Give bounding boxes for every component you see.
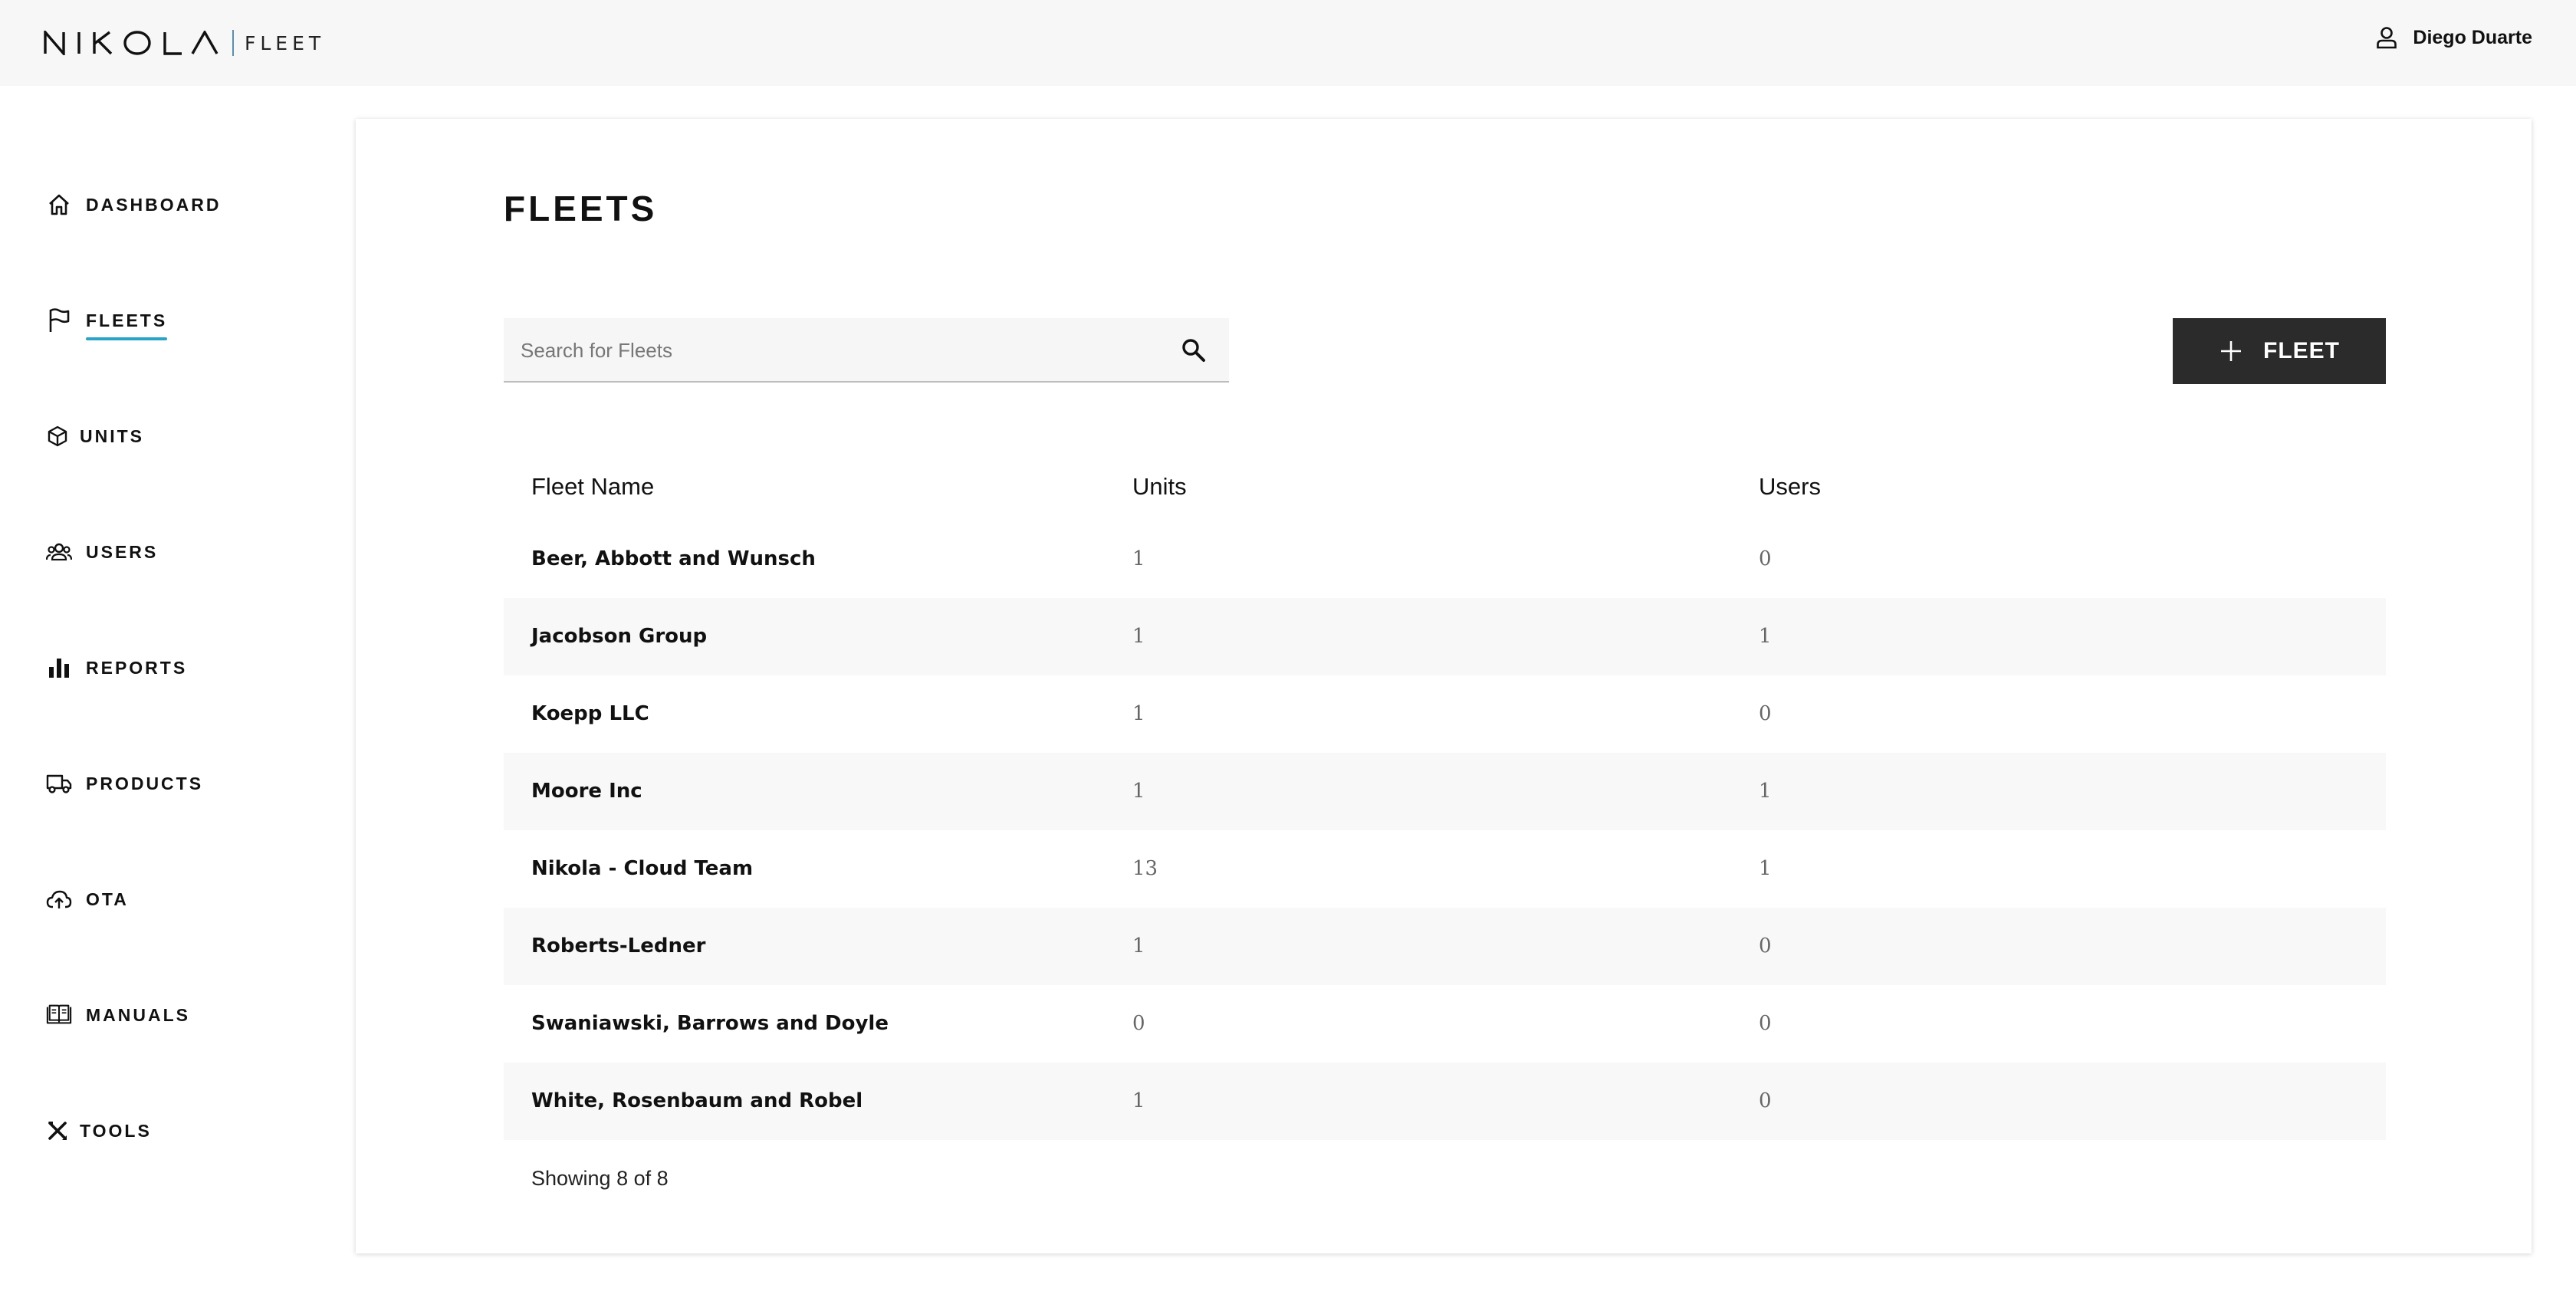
users-cell: 1 bbox=[1759, 625, 1772, 648]
book-icon bbox=[46, 1002, 72, 1028]
tools-icon bbox=[46, 1118, 69, 1144]
bar-chart-icon bbox=[46, 655, 72, 681]
table-row[interactable]: Jacobson Group 1 1 bbox=[504, 598, 2386, 675]
user-name: Diego Duarte bbox=[2413, 26, 2532, 48]
home-icon bbox=[46, 192, 72, 218]
users-cell: 0 bbox=[1759, 935, 1772, 958]
fleet-name-cell: Moore Inc bbox=[531, 780, 642, 803]
users-cell: 0 bbox=[1759, 1089, 1772, 1112]
logo-divider bbox=[232, 30, 234, 56]
sidebar-item-tools[interactable]: TOOLS bbox=[46, 1114, 152, 1148]
sidebar-item-units[interactable]: UNITS bbox=[46, 419, 144, 453]
users-cell: 0 bbox=[1759, 547, 1772, 570]
table-footer: Showing 8 of 8 bbox=[504, 1140, 2386, 1217]
sidebar-item-products[interactable]: PRODUCTS bbox=[46, 767, 203, 800]
user-icon bbox=[2377, 27, 2397, 49]
table-row[interactable]: Beer, Abbott and Wunsch 1 0 bbox=[504, 521, 2386, 598]
cloud-upload-icon bbox=[46, 886, 72, 912]
column-header-units[interactable]: Units bbox=[1132, 473, 1187, 501]
cube-icon bbox=[46, 423, 69, 449]
table-row[interactable]: Roberts-Ledner 1 0 bbox=[504, 908, 2386, 985]
users-icon bbox=[46, 539, 72, 565]
column-header-fleet-name[interactable]: Fleet Name bbox=[531, 473, 654, 501]
fleet-name-cell: Jacobson Group bbox=[531, 625, 708, 648]
sidebar-item-fleets[interactable]: FLEETS bbox=[46, 304, 168, 340]
table-row[interactable]: Swaniawski, Barrows and Doyle 0 0 bbox=[504, 985, 2386, 1063]
add-fleet-button[interactable]: FLEET bbox=[2173, 318, 2386, 384]
sidebar-item-label: OTA bbox=[86, 889, 129, 909]
plus-icon bbox=[2221, 341, 2241, 361]
users-cell: 1 bbox=[1759, 780, 1772, 803]
app-header: FLEET Diego Duarte bbox=[0, 0, 2576, 86]
sidebar-item-label: DASHBOARD bbox=[86, 194, 222, 215]
results-count: Showing 8 of 8 bbox=[531, 1167, 669, 1190]
sidebar-item-label: USERS bbox=[86, 541, 159, 562]
fleet-name-cell: Beer, Abbott and Wunsch bbox=[531, 547, 816, 570]
units-cell: 1 bbox=[1132, 702, 1145, 725]
sidebar-item-reports[interactable]: REPORTS bbox=[46, 651, 187, 685]
search-icon[interactable] bbox=[1180, 337, 1208, 364]
users-cell: 0 bbox=[1759, 702, 1772, 725]
add-fleet-label: FLEET bbox=[2263, 338, 2340, 363]
users-cell: 0 bbox=[1759, 1012, 1772, 1035]
column-header-users[interactable]: Users bbox=[1759, 473, 1821, 501]
flag-icon bbox=[46, 307, 72, 333]
sidebar-item-label: UNITS bbox=[80, 425, 144, 446]
table-row[interactable]: White, Rosenbaum and Robel 1 0 bbox=[504, 1063, 2386, 1140]
sidebar-item-dashboard[interactable]: DASHBOARD bbox=[46, 188, 222, 222]
units-cell: 1 bbox=[1132, 1089, 1145, 1112]
table-row[interactable]: Koepp LLC 1 0 bbox=[504, 675, 2386, 753]
search-input[interactable] bbox=[519, 318, 1151, 383]
sidebar-item-label: REPORTS bbox=[86, 657, 188, 678]
sidebar-item-label: FLEETS bbox=[86, 310, 168, 340]
units-cell: 13 bbox=[1132, 857, 1158, 880]
fleet-name-cell: White, Rosenbaum and Robel bbox=[531, 1089, 863, 1112]
sidebar-item-ota[interactable]: OTA bbox=[46, 882, 129, 916]
truck-icon bbox=[46, 770, 72, 797]
table-row[interactable]: Moore Inc 1 1 bbox=[504, 753, 2386, 830]
user-menu[interactable]: Diego Duarte bbox=[2376, 26, 2532, 49]
users-cell: 1 bbox=[1759, 857, 1772, 880]
sidebar-item-label: PRODUCTS bbox=[86, 773, 204, 793]
page-title: FLEETS bbox=[504, 189, 658, 228]
fleet-name-cell: Roberts-Ledner bbox=[531, 935, 706, 958]
units-cell: 1 bbox=[1132, 625, 1145, 648]
fleet-name-cell: Nikola - Cloud Team bbox=[531, 857, 754, 880]
table-row[interactable]: Nikola - Cloud Team 13 1 bbox=[504, 830, 2386, 908]
units-cell: 1 bbox=[1132, 547, 1145, 570]
sidebar-item-users[interactable]: USERS bbox=[46, 535, 158, 569]
fleets-table: Fleet Name Units Users Beer, Abbott and … bbox=[504, 450, 2386, 1217]
units-cell: 0 bbox=[1132, 1012, 1145, 1035]
nikola-logo bbox=[44, 31, 219, 55]
units-cell: 1 bbox=[1132, 935, 1145, 958]
search-box bbox=[504, 318, 1229, 383]
fleet-name-cell: Koepp LLC bbox=[531, 702, 649, 725]
table-header: Fleet Name Units Users bbox=[504, 450, 2386, 521]
units-cell: 1 bbox=[1132, 780, 1145, 803]
logo-subtitle: FLEET bbox=[245, 31, 326, 54]
fleets-panel: FLEETS FLEET Fleet Name Units Users Beer… bbox=[356, 119, 2532, 1253]
fleet-name-cell: Swaniawski, Barrows and Doyle bbox=[531, 1012, 889, 1035]
sidebar-nav: DASHBOARD FLEETS UNITS USERS REPORTS PRO… bbox=[0, 86, 354, 1314]
nikola-fleet-logo[interactable]: FLEET bbox=[44, 25, 325, 61]
sidebar-item-label: MANUALS bbox=[86, 1004, 190, 1025]
sidebar-item-label: TOOLS bbox=[80, 1120, 152, 1141]
sidebar-item-manuals[interactable]: MANUALS bbox=[46, 998, 190, 1032]
